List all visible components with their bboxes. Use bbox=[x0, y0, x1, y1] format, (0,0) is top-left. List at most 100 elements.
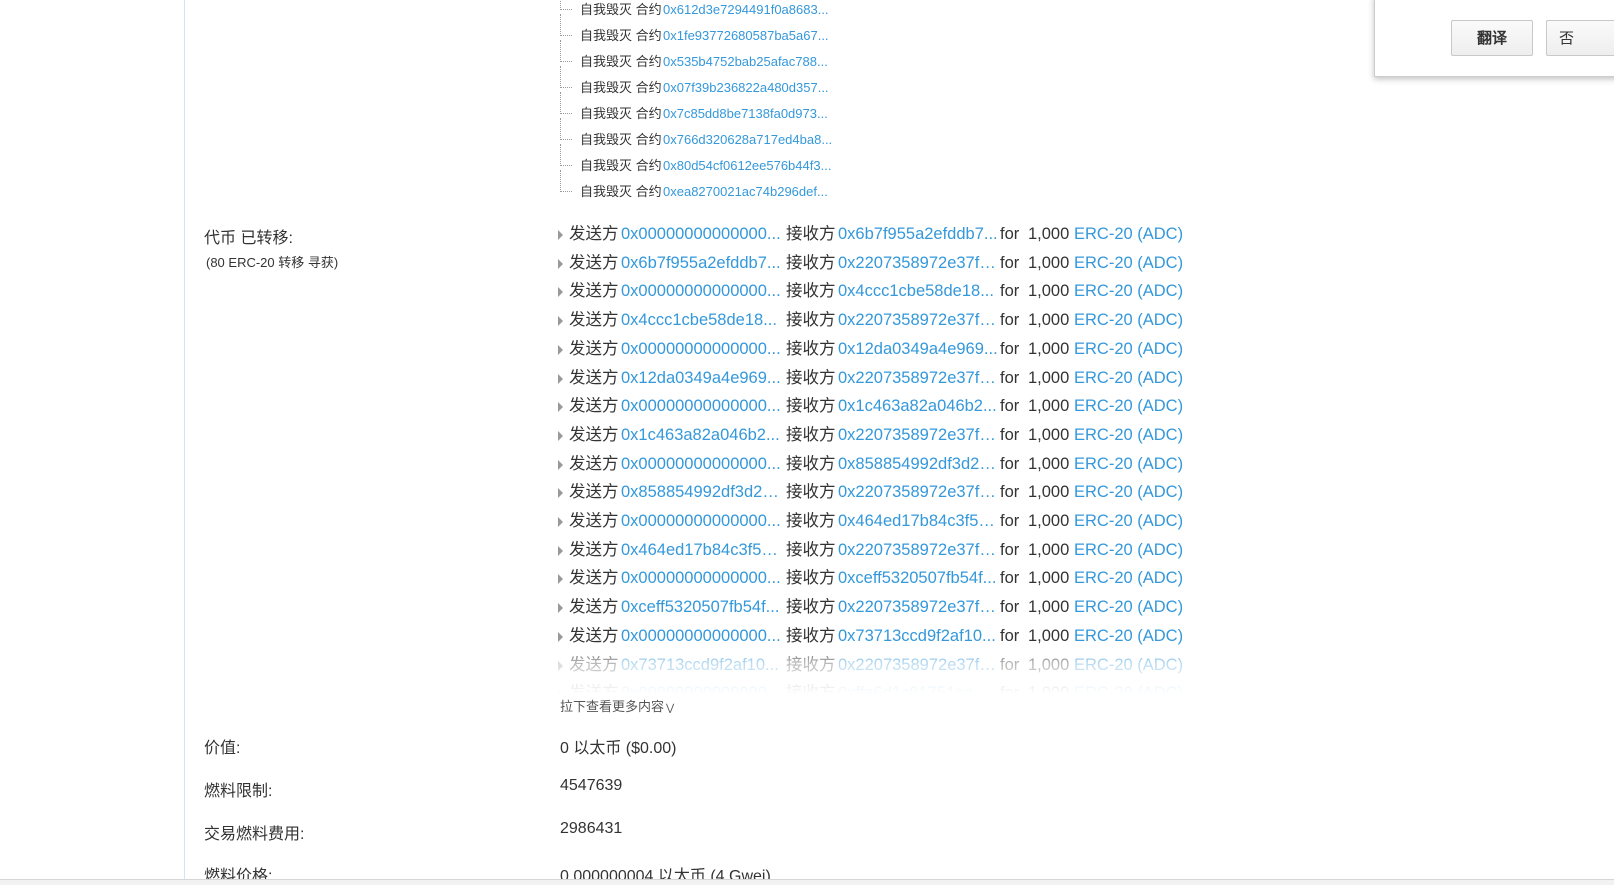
contract-address-link[interactable]: 0x612d3e7294491f0a8683... bbox=[663, 0, 829, 20]
expand-caret-icon[interactable] bbox=[558, 660, 563, 671]
transfer-amount: 1,000 bbox=[1028, 253, 1070, 272]
to-address-link[interactable]: 0x1c463a82a046b2... bbox=[838, 394, 998, 418]
self-destruct-label: 自我毁灭 合约 bbox=[580, 106, 662, 121]
contract-address-link[interactable]: 0x7c85dd8be7138fa0d973... bbox=[663, 104, 828, 124]
to-address-link[interactable]: 0xceff5320507fb54f... bbox=[838, 566, 998, 590]
from-label: 发送方 bbox=[569, 512, 619, 530]
token-link[interactable]: ERC-20 (ADC) bbox=[1074, 538, 1183, 562]
from-address-link[interactable]: 0x00000000000000... bbox=[621, 681, 781, 694]
to-address-link[interactable]: 0x2207358972e37f6... bbox=[838, 366, 998, 390]
token-link[interactable]: ERC-20 (ADC) bbox=[1074, 308, 1183, 332]
token-link[interactable]: ERC-20 (ADC) bbox=[1074, 509, 1183, 533]
to-address-link[interactable]: 0x6b7f955a2efddb7... bbox=[838, 222, 998, 246]
to-address-link[interactable]: 0x73713ccd9f2af10... bbox=[838, 624, 998, 648]
expand-caret-icon[interactable] bbox=[558, 459, 563, 470]
from-address-link[interactable]: 0x4ccc1cbe58de18... bbox=[621, 308, 781, 332]
token-link[interactable]: ERC-20 (ADC) bbox=[1074, 681, 1183, 694]
from-address-link[interactable]: 0x1c463a82a046b2... bbox=[621, 423, 781, 447]
token-link[interactable]: ERC-20 (ADC) bbox=[1074, 394, 1183, 418]
to-label: 接收方 bbox=[786, 253, 836, 272]
to-address-link[interactable]: 0x2207358972e37f6... bbox=[838, 251, 998, 275]
contract-address-link[interactable]: 0x80d54cf0612ee576b44f3... bbox=[663, 156, 831, 176]
expand-caret-icon[interactable] bbox=[558, 402, 563, 413]
from-address-link[interactable]: 0x00000000000000... bbox=[621, 394, 781, 418]
expand-caret-icon[interactable] bbox=[558, 488, 563, 499]
from-address-link[interactable]: 0x00000000000000... bbox=[621, 279, 781, 303]
expand-caret-icon[interactable] bbox=[558, 258, 563, 269]
no-button[interactable]: 否 bbox=[1546, 20, 1614, 56]
token-link[interactable]: ERC-20 (ADC) bbox=[1074, 480, 1183, 504]
contract-address-link[interactable]: 0xea8270021ac74b296def... bbox=[663, 182, 828, 202]
token-link[interactable]: ERC-20 (ADC) bbox=[1074, 423, 1183, 447]
to-address-link[interactable]: 0x2207358972e37f6... bbox=[838, 480, 998, 504]
token-link[interactable]: ERC-20 (ADC) bbox=[1074, 595, 1183, 619]
to-address-link[interactable]: 0xffe6d1c81751ea4f... bbox=[838, 681, 998, 694]
to-address-link[interactable]: 0x2207358972e37f6... bbox=[838, 595, 998, 619]
token-link[interactable]: ERC-20 (ADC) bbox=[1074, 222, 1183, 246]
to-address-link[interactable]: 0x2207358972e37f6... bbox=[838, 308, 998, 332]
self-destruct-label: 自我毁灭 合约 bbox=[580, 28, 662, 43]
token-link[interactable]: ERC-20 (ADC) bbox=[1074, 624, 1183, 648]
expand-caret-icon[interactable] bbox=[558, 689, 563, 694]
from-address-link[interactable]: 0x858854992df3d2d... bbox=[621, 480, 781, 504]
from-address-link[interactable]: 0x00000000000000... bbox=[621, 222, 781, 246]
from-address-link[interactable]: 0x12da0349a4e969... bbox=[621, 366, 781, 390]
for-label: for bbox=[1000, 598, 1020, 617]
expand-caret-icon[interactable] bbox=[558, 574, 563, 585]
to-label: 接收方 bbox=[786, 225, 836, 243]
from-address-link[interactable]: 0x6b7f955a2efddb7... bbox=[621, 251, 781, 275]
to-label: 接收方 bbox=[786, 311, 836, 330]
contract-address-link[interactable]: 0x535b4752bab25afac788... bbox=[663, 52, 828, 72]
token-link[interactable]: ERC-20 (ADC) bbox=[1074, 566, 1183, 590]
expand-caret-icon[interactable] bbox=[558, 631, 563, 642]
to-address-link[interactable]: 0x858854992df3d2d... bbox=[838, 452, 998, 476]
expand-caret-icon[interactable] bbox=[558, 545, 563, 556]
token-link[interactable]: ERC-20 (ADC) bbox=[1074, 452, 1183, 476]
from-address-link[interactable]: 0x00000000000000... bbox=[621, 452, 781, 476]
to-address-link[interactable]: 0x4ccc1cbe58de18... bbox=[838, 279, 998, 303]
expand-caret-icon[interactable] bbox=[558, 603, 563, 614]
tree-connector-icon bbox=[560, 14, 572, 36]
token-transfers-list[interactable]: 发送方 0x00000000000000... 接收方 0x6b7f955a2efdd… bbox=[558, 222, 1198, 694]
from-address-link[interactable]: 0x73713ccd9f2af10... bbox=[621, 653, 781, 677]
for-label: for bbox=[1000, 368, 1020, 387]
from-address-link[interactable]: 0x00000000000000... bbox=[621, 624, 781, 648]
to-address-link[interactable]: 0x2207358972e37f6... bbox=[838, 538, 998, 562]
transfer-amount: 1,000 bbox=[1028, 598, 1070, 617]
expand-caret-icon[interactable] bbox=[558, 230, 563, 240]
contract-address-link[interactable]: 0x07f39b236822a480d357... bbox=[663, 78, 829, 98]
token-link[interactable]: ERC-20 (ADC) bbox=[1074, 251, 1183, 275]
expand-caret-icon[interactable] bbox=[558, 430, 563, 441]
show-more-link[interactable]: 拉下查看更多内容 ⋁ bbox=[560, 696, 674, 715]
transfer-row: 发送方 0x73713ccd9f2af10... 接收方 0x2207358972e3… bbox=[558, 653, 1198, 681]
token-link[interactable]: ERC-20 (ADC) bbox=[1074, 337, 1183, 361]
expand-caret-icon[interactable] bbox=[558, 316, 563, 327]
token-link[interactable]: ERC-20 (ADC) bbox=[1074, 279, 1183, 303]
to-address-link[interactable]: 0x12da0349a4e969... bbox=[838, 337, 998, 361]
expand-caret-icon[interactable] bbox=[558, 287, 563, 298]
from-label: 发送方 bbox=[569, 397, 619, 416]
expand-caret-icon[interactable] bbox=[558, 344, 563, 355]
from-address-link[interactable]: 0x00000000000000... bbox=[621, 337, 781, 361]
transfer-row: 发送方 0x00000000000000... 接收方 0xceff5320507fb… bbox=[558, 566, 1198, 594]
from-address-link[interactable]: 0xceff5320507fb54f... bbox=[621, 595, 781, 619]
from-address-link[interactable]: 0x00000000000000... bbox=[621, 566, 781, 590]
expand-caret-icon[interactable] bbox=[558, 517, 563, 527]
from-address-link[interactable]: 0x00000000000000... bbox=[621, 509, 781, 533]
transfer-amount: 1,000 bbox=[1028, 569, 1070, 588]
contract-address-link[interactable]: 0x1fe93772680587ba5a67... bbox=[663, 26, 829, 46]
translate-button[interactable]: 翻译 bbox=[1451, 20, 1533, 56]
to-address-link[interactable]: 0x2207358972e37f6... bbox=[838, 423, 998, 447]
from-label: 发送方 bbox=[569, 311, 619, 330]
token-link[interactable]: ERC-20 (ADC) bbox=[1074, 653, 1183, 677]
from-address-link[interactable]: 0x464ed17b84c3f53... bbox=[621, 538, 781, 562]
contract-address-link[interactable]: 0x766d320628a717ed4ba8... bbox=[663, 130, 832, 150]
to-address-link[interactable]: 0x464ed17b84c3f53... bbox=[838, 509, 998, 533]
to-address-link[interactable]: 0x2207358972e37f6... bbox=[838, 653, 998, 677]
from-label: 发送方 bbox=[569, 598, 619, 617]
value-label: 价值: bbox=[204, 740, 241, 757]
transfer-amount: 1,000 bbox=[1028, 368, 1070, 387]
expand-caret-icon[interactable] bbox=[558, 373, 563, 384]
token-link[interactable]: ERC-20 (ADC) bbox=[1074, 366, 1183, 390]
to-label: 接收方 bbox=[786, 425, 836, 444]
